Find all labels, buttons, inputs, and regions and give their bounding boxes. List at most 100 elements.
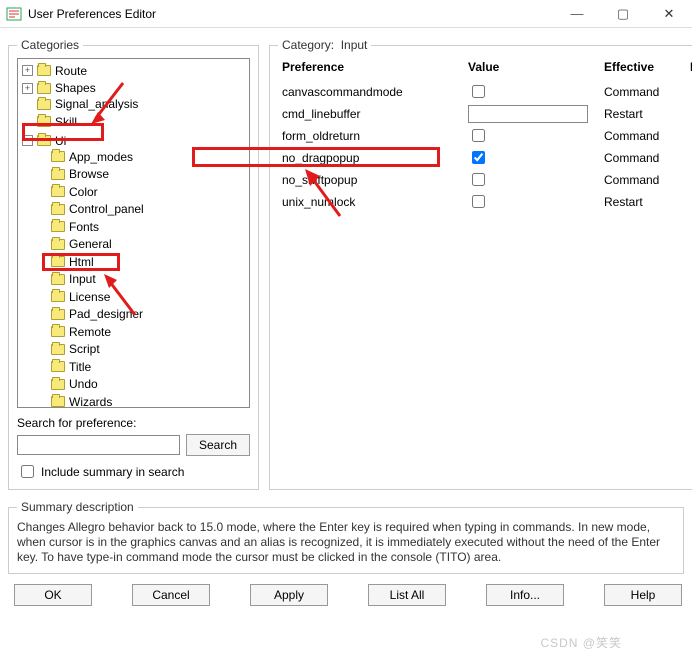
folder-icon xyxy=(37,83,51,94)
folder-icon xyxy=(51,169,65,180)
col-preference: Preference xyxy=(282,60,462,74)
pref-value-checkbox[interactable] xyxy=(472,151,485,164)
tree-label: Title xyxy=(69,359,91,375)
pref-effective: Command xyxy=(604,85,684,99)
tree-item-ui[interactable]: - Ui xyxy=(22,133,66,149)
tree-label: Wizards xyxy=(69,394,112,409)
tree-item-html[interactable]: Html xyxy=(36,254,94,270)
tree-spacer xyxy=(36,221,47,232)
expand-icon[interactable]: + xyxy=(22,65,33,76)
help-button[interactable]: Help xyxy=(604,584,682,606)
folder-icon xyxy=(51,186,65,197)
pref-name: unix_numlock xyxy=(282,195,462,209)
category-fieldset: Category: Input Preference Value Effecti… xyxy=(269,38,692,490)
pref-value-checkbox[interactable] xyxy=(472,129,485,142)
expand-icon[interactable]: + xyxy=(22,83,33,94)
pref-name: no_dragpopup xyxy=(282,151,462,165)
include-summary-checkbox[interactable] xyxy=(21,465,34,478)
tree-label: Control_panel xyxy=(69,201,144,217)
tree-item-undo[interactable]: Undo xyxy=(36,376,98,392)
pref-name: form_oldreturn xyxy=(282,129,462,143)
tree-spacer xyxy=(36,326,47,337)
tree-item-title[interactable]: Title xyxy=(36,359,91,375)
pref-name: cmd_linebuffer xyxy=(282,107,462,121)
pref-row-form_oldreturn: form_oldreturnCommand xyxy=(278,124,692,146)
pref-value-checkbox[interactable] xyxy=(472,85,485,98)
pref-row-canvascommandmode: canvascommandmode Command xyxy=(278,80,692,102)
tree-spacer xyxy=(36,361,47,372)
col-effective: Effective xyxy=(604,60,684,74)
categories-fieldset: Categories +Route+ShapesSignal_analysisS… xyxy=(8,38,259,490)
tree-item-skill[interactable]: Skill xyxy=(22,114,77,130)
pref-value-checkbox[interactable] xyxy=(472,195,485,208)
tree-label: Ui xyxy=(55,133,66,149)
tree-label: License xyxy=(69,289,110,305)
tree-item-remote[interactable]: Remote xyxy=(36,324,111,340)
summary-legend: Summary description xyxy=(17,500,138,514)
tree-item-pad_designer[interactable]: Pad_designer xyxy=(36,306,143,322)
tree-label: Skill xyxy=(55,114,77,130)
watermark: CSDN @笑笑 xyxy=(540,634,622,651)
pref-row-no_shiftpopup: no_shiftpopupCommand xyxy=(278,168,692,190)
tree-spacer xyxy=(36,204,47,215)
folder-icon xyxy=(37,65,51,76)
info-button[interactable]: Info... xyxy=(486,584,564,606)
folder-icon xyxy=(37,99,51,110)
pref-effective: Command xyxy=(604,173,684,187)
tree-label: General xyxy=(69,236,112,252)
minimize-button[interactable]: — xyxy=(554,0,600,28)
folder-icon xyxy=(51,204,65,215)
apply-button[interactable]: Apply xyxy=(250,584,328,606)
ok-button[interactable]: OK xyxy=(14,584,92,606)
tree-label: Signal_analysis xyxy=(55,96,138,112)
pref-row-unix_numlock: unix_numlockRestart xyxy=(278,190,692,212)
tree-item-control_panel[interactable]: Control_panel xyxy=(36,201,144,217)
close-button[interactable]: ✕ xyxy=(646,0,692,28)
tree-label: Remote xyxy=(69,324,111,340)
folder-icon xyxy=(51,151,65,162)
category-legend: Category: Input xyxy=(278,38,371,52)
tree-spacer xyxy=(36,396,47,407)
tree-label: Input xyxy=(69,271,96,287)
tree-item-route[interactable]: +Route xyxy=(22,63,87,79)
tree-label: Undo xyxy=(69,376,98,392)
folder-icon xyxy=(51,256,65,267)
folder-icon xyxy=(51,309,65,320)
tree-spacer xyxy=(22,116,33,127)
pref-name: canvascommandmode xyxy=(282,85,462,99)
pref-effective: Command xyxy=(604,151,684,165)
summary-fieldset: Summary description Changes Allegro beha… xyxy=(8,500,684,574)
include-summary-row[interactable]: Include summary in search xyxy=(17,462,250,481)
app-icon xyxy=(6,6,22,22)
tree-item-signal_analysis[interactable]: Signal_analysis xyxy=(22,96,138,112)
tree-spacer xyxy=(36,151,47,162)
tree-spacer xyxy=(36,379,47,390)
tree-spacer xyxy=(36,169,47,180)
categories-tree[interactable]: +Route+ShapesSignal_analysis Skill - UiApp_… xyxy=(17,58,250,408)
tree-item-license[interactable]: License xyxy=(36,289,110,305)
folder-icon xyxy=(51,379,65,390)
cancel-button[interactable]: Cancel xyxy=(132,584,210,606)
tree-item-general[interactable]: General xyxy=(36,236,112,252)
tree-item-shapes[interactable]: +Shapes xyxy=(22,80,96,96)
search-button[interactable]: Search xyxy=(186,434,250,456)
list-all-button[interactable]: List All xyxy=(368,584,446,606)
maximize-button[interactable]: ▢ xyxy=(600,0,646,28)
pref-value-checkbox[interactable] xyxy=(472,173,485,186)
summary-text: Changes Allegro behavior back to 15.0 mo… xyxy=(17,520,675,565)
folder-icon xyxy=(51,239,65,250)
search-input[interactable] xyxy=(17,435,180,455)
collapse-icon[interactable]: - xyxy=(22,135,33,146)
tree-item-input[interactable]: Input xyxy=(36,271,96,287)
tree-spacer xyxy=(36,344,47,355)
pref-value-input[interactable] xyxy=(468,105,588,123)
tree-label: Script xyxy=(69,341,100,357)
tree-item-wizards[interactable]: Wizards xyxy=(36,394,112,409)
tree-item-browse[interactable]: Browse xyxy=(36,166,109,182)
tree-item-app_modes[interactable]: App_modes xyxy=(36,149,133,165)
tree-item-fonts[interactable]: Fonts xyxy=(36,219,99,235)
tree-item-script[interactable]: Script xyxy=(36,341,100,357)
pref-effective: Restart xyxy=(604,107,684,121)
tree-label: Color xyxy=(69,184,98,200)
tree-item-color[interactable]: Color xyxy=(36,184,98,200)
